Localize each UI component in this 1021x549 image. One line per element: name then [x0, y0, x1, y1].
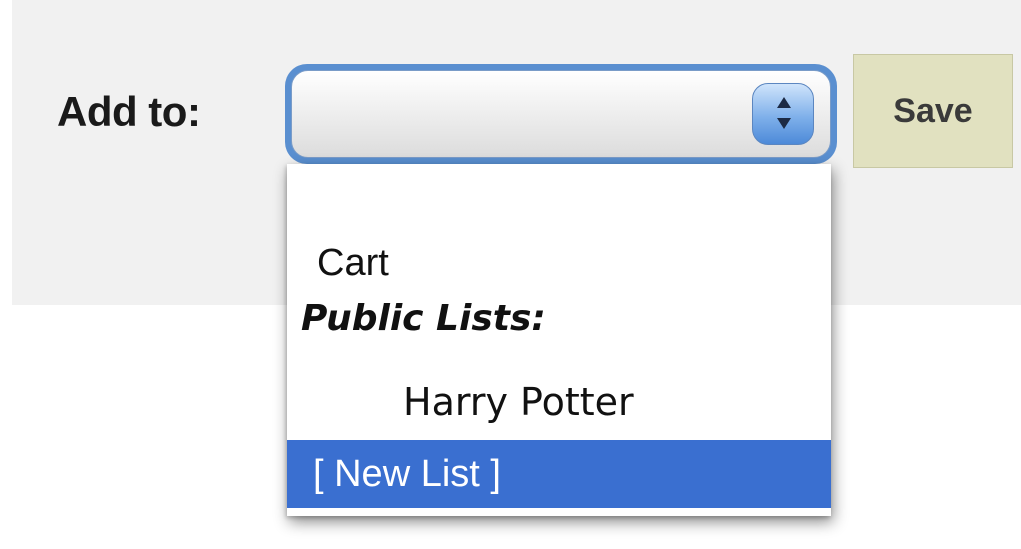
add-to-label: Add to: [57, 88, 201, 135]
up-down-arrows-icon[interactable] [752, 83, 814, 145]
arrow-down-icon [777, 118, 791, 129]
option-group-public-lists: Public Lists: [301, 298, 546, 339]
option-new-list[interactable]: [ New List ] [287, 440, 831, 508]
option-cart[interactable]: Cart [287, 242, 831, 285]
save-button[interactable]: Save [853, 54, 1013, 168]
list-dropdown: Cart Public Lists: Harry Potter [ New Li… [287, 164, 831, 516]
arrow-up-icon [777, 97, 791, 108]
list-select[interactable] [285, 64, 837, 164]
list-select-field[interactable] [291, 70, 831, 158]
page: Add to: Save Cart Public Lists: Harry Po… [0, 0, 1021, 549]
option-harry-potter[interactable]: Harry Potter [287, 382, 831, 422]
